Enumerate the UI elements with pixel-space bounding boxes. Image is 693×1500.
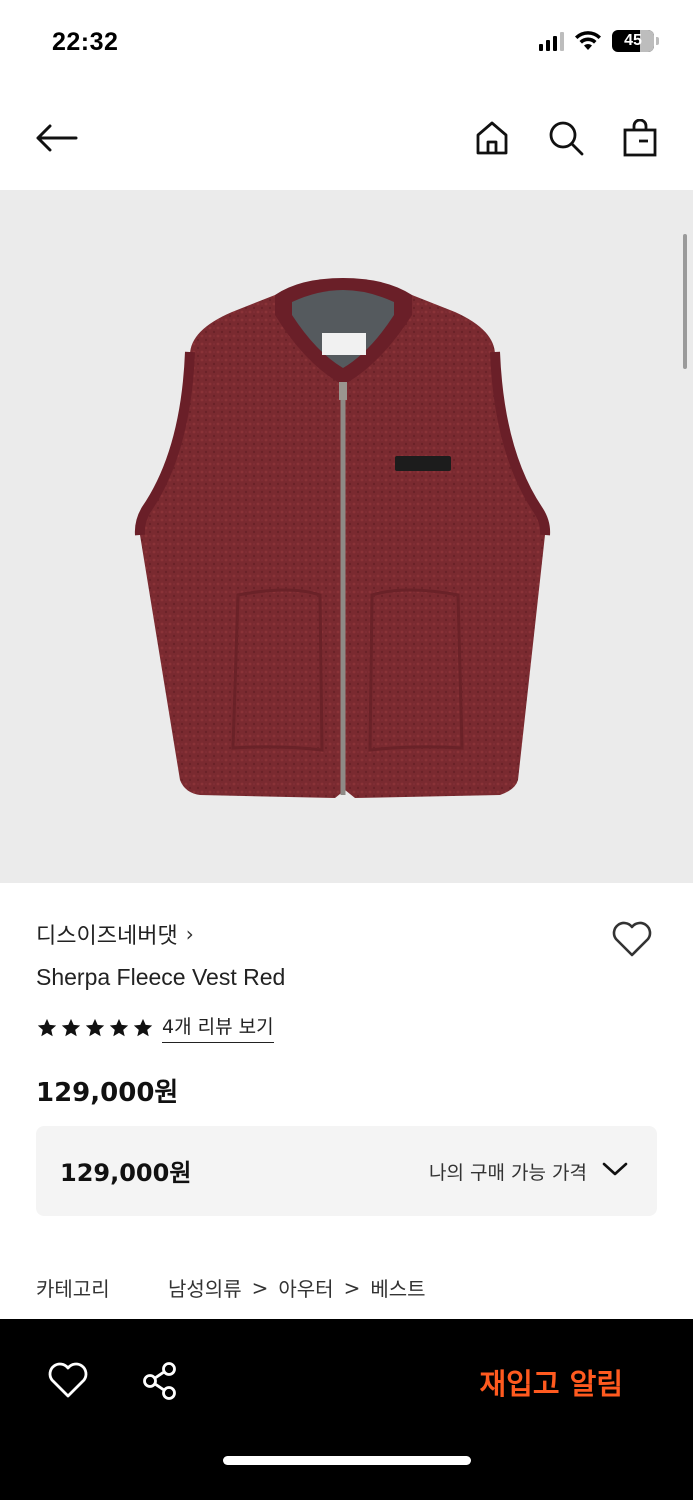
category-item[interactable]: 아우터 (278, 1273, 333, 1302)
image-scroll-indicator (683, 234, 687, 369)
chevron-right-icon: › (185, 922, 194, 946)
shopping-bag-icon (623, 119, 657, 157)
brand-name: 디스이즈네버댓 (36, 924, 178, 949)
star-icon (37, 1018, 57, 1036)
category-label: 카테고리 (36, 1277, 110, 1301)
home-icon (476, 121, 508, 155)
battery-icon: 45 (612, 30, 654, 52)
review-link[interactable]: 4개 리뷰 보기 (162, 1012, 274, 1043)
shopping-bag-button[interactable] (616, 114, 664, 162)
arrow-left-icon (36, 124, 78, 152)
star-icon (85, 1018, 105, 1036)
star-icon (109, 1018, 129, 1036)
cellular-signal-icon (539, 31, 564, 51)
my-price-label: 나의 구매 가능 가격 (429, 1162, 587, 1184)
status-time: 22:32 (52, 28, 119, 56)
wifi-icon (575, 31, 601, 50)
heart-icon (48, 1362, 88, 1398)
chevron-down-icon (602, 1162, 628, 1176)
home-button[interactable] (468, 114, 516, 162)
search-icon (549, 121, 584, 156)
battery-level: 45 (624, 32, 642, 49)
category-breadcrumb: 남성의류 > 아우터 > 베스트 (168, 1273, 426, 1302)
star-rating (36, 1017, 154, 1039)
category-row: 카테고리 남성의류 > 아우터 > 베스트 (36, 1273, 426, 1302)
search-button[interactable] (542, 114, 590, 162)
chevron-right-icon: > (251, 1275, 269, 1300)
fleece-vest-image (134, 278, 551, 798)
status-bar: 22:32 45 (0, 0, 693, 88)
restock-alert-button[interactable]: 재입고 알림 (480, 1361, 624, 1403)
share-icon (143, 1362, 176, 1400)
status-icons: 45 (539, 30, 659, 52)
category-item[interactable]: 남성의류 (168, 1273, 242, 1302)
rating-row: 4개 리뷰 보기 (36, 1012, 274, 1043)
home-indicator[interactable] (223, 1456, 471, 1465)
heart-icon (612, 921, 652, 957)
back-button[interactable] (32, 114, 80, 162)
top-nav (0, 100, 693, 180)
star-icon (133, 1018, 153, 1036)
my-price-value: 129,000원 (60, 1159, 192, 1187)
category-item[interactable]: 베스트 (370, 1273, 425, 1302)
my-price-dropdown[interactable]: 129,000원 나의 구매 가능 가격 (36, 1126, 657, 1216)
wishlist-button[interactable] (610, 918, 654, 962)
share-button[interactable] (138, 1359, 182, 1403)
product-image[interactable] (0, 190, 693, 883)
battery-tip (656, 37, 659, 45)
product-name: Sherpa Fleece Vest Red (36, 964, 286, 990)
bottom-wishlist-button[interactable] (46, 1359, 90, 1403)
star-icon (61, 1018, 81, 1036)
brand-link[interactable]: 디스이즈네버댓 › (36, 918, 194, 950)
chevron-right-icon: > (343, 1275, 361, 1300)
bottom-action-bar: 재입고 알림 (0, 1319, 693, 1500)
product-price: 129,000원 (36, 1078, 179, 1108)
